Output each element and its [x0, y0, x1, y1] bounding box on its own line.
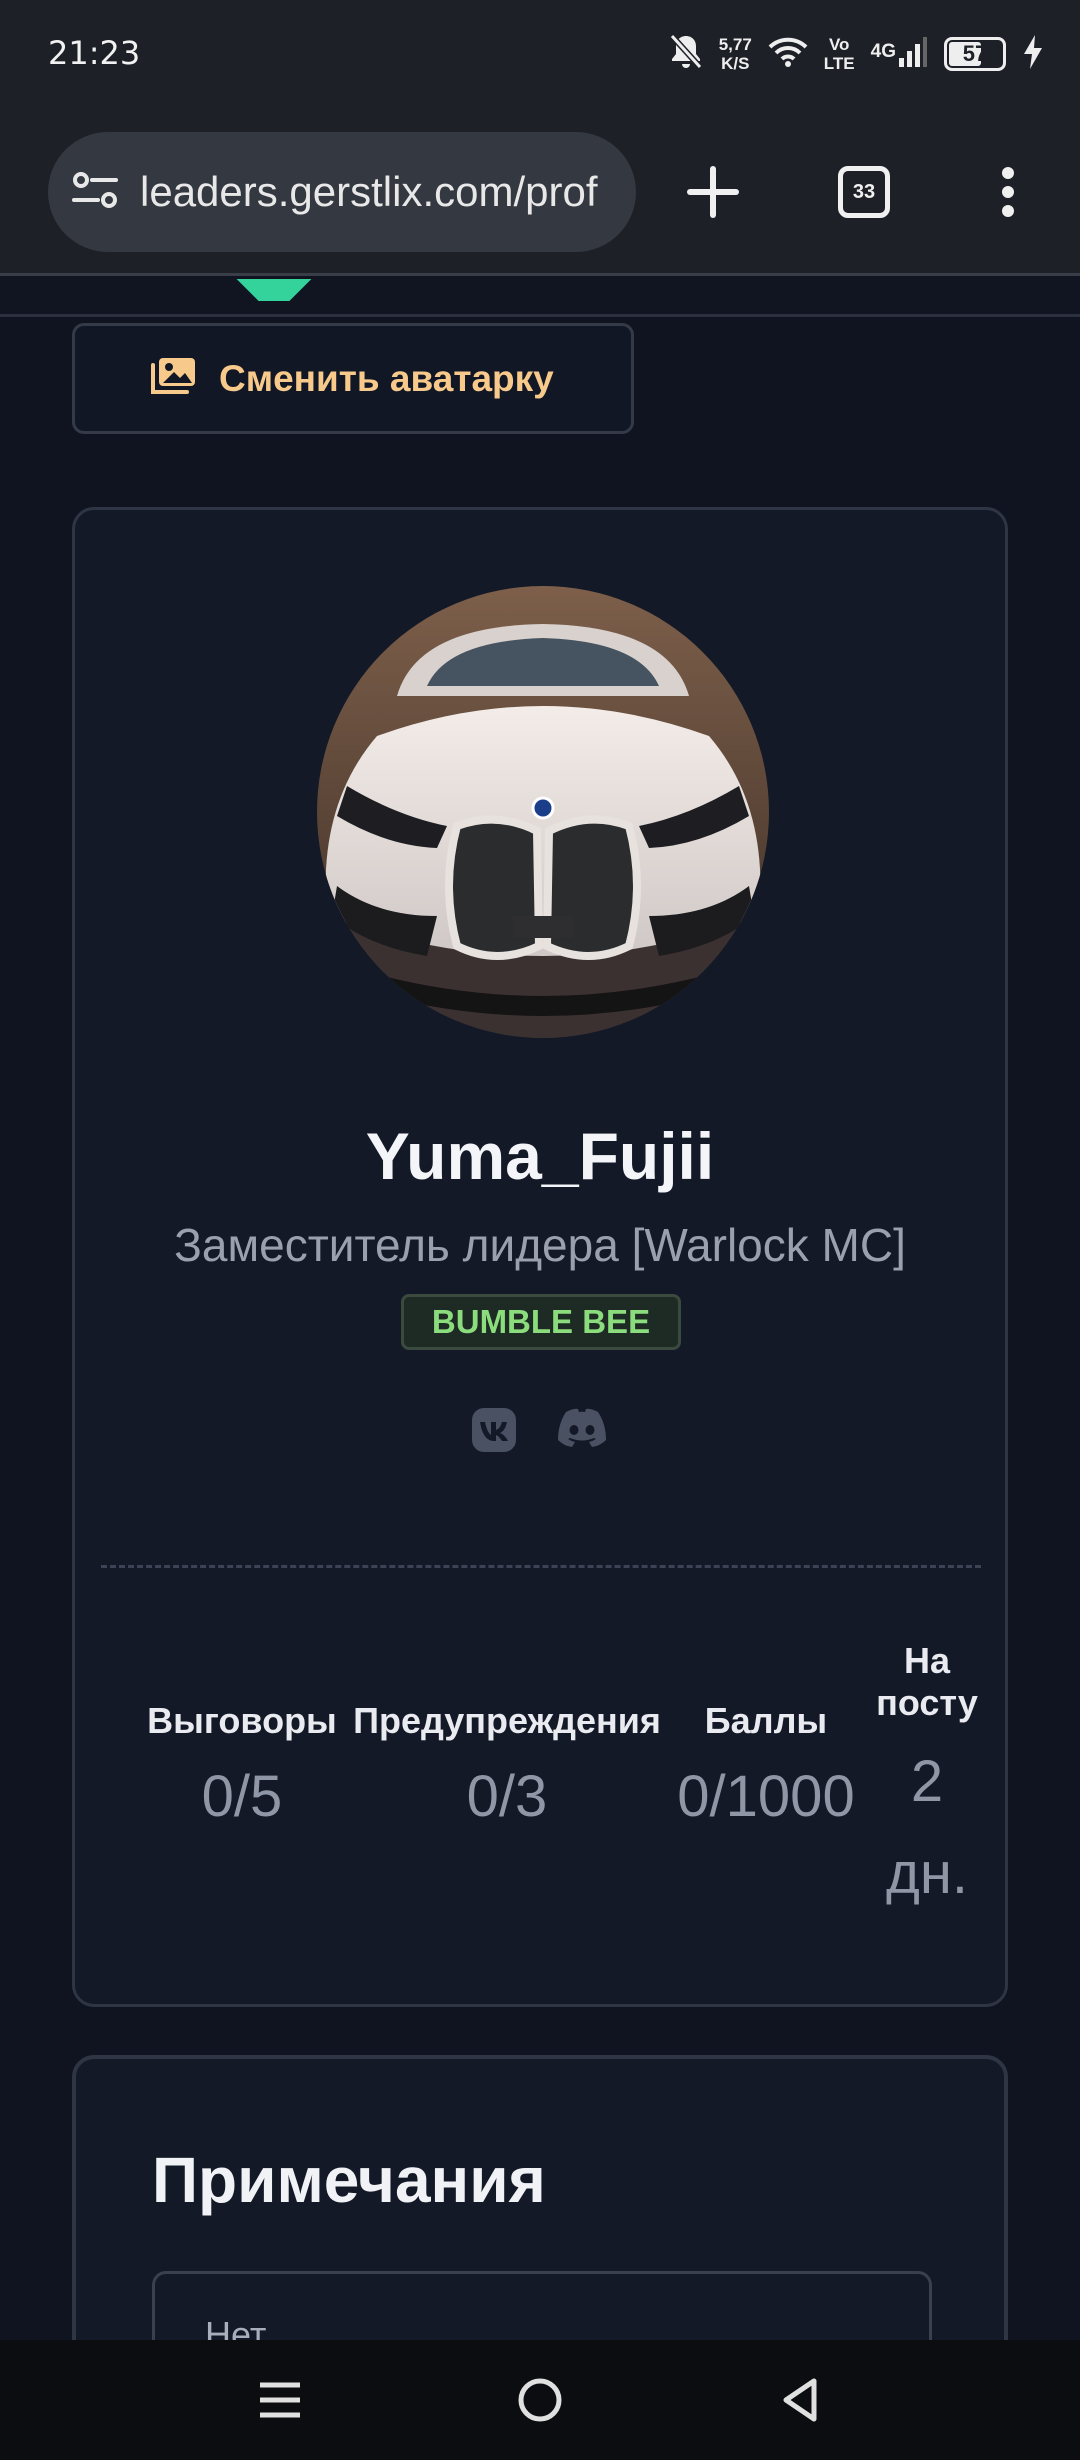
recents-button[interactable] [240, 2360, 320, 2440]
site-logo[interactable] [232, 279, 316, 301]
status-time: 21:23 [48, 34, 141, 72]
back-button[interactable] [760, 2360, 840, 2440]
wifi-icon [768, 36, 808, 73]
notes-title: Примечания [152, 2144, 546, 2216]
stat-tenure-label-line2: посту [876, 1682, 978, 1723]
more-vertical-icon [1002, 167, 1014, 217]
site-settings-icon[interactable] [72, 170, 118, 215]
volte-bottom: LTE [823, 54, 855, 73]
avatar [317, 586, 769, 1038]
home-button[interactable] [500, 2360, 580, 2440]
site-header [0, 279, 1080, 317]
stat-reprimands-value: 0/5 [201, 1764, 283, 1829]
stat-tenure-label-line1: На [903, 1640, 951, 1681]
url-text[interactable]: leaders.gerstlix.com/prof [140, 168, 598, 216]
network-type: 4G [870, 40, 896, 62]
charging-icon [1022, 34, 1044, 75]
user-role: Заместитель лидера [Warlock MC] [174, 1219, 906, 1271]
divider [101, 1565, 981, 1568]
change-avatar-button[interactable]: Сменить аватарку [72, 323, 634, 434]
address-bar[interactable]: leaders.gerstlix.com/prof [48, 132, 636, 252]
status-bar: 21:23 5,77 K/S Vo LTE 4G 57 [0, 0, 1080, 108]
new-tab-button[interactable] [680, 156, 746, 228]
plus-icon [687, 166, 739, 218]
vk-icon[interactable] [470, 1406, 518, 1459]
system-nav-bar [0, 2340, 1080, 2460]
volte-indicator: Vo LTE [824, 35, 855, 73]
network-speed: 5,77 K/S [719, 35, 752, 73]
volte-top: Vo [828, 35, 850, 54]
network-speed-value: 5,77 [718, 35, 752, 54]
discord-icon[interactable] [554, 1406, 610, 1459]
stat-tenure-label: На посту [865, 1640, 989, 1724]
status-badge: BUMBLE BEE [401, 1294, 681, 1350]
menu-button[interactable] [990, 156, 1026, 228]
stat-points-value: 0/1000 [677, 1764, 855, 1829]
stat-points-label: Баллы [704, 1700, 828, 1741]
stat-tenure-value-line2: дн. [886, 1841, 968, 1906]
battery-level: 57 [962, 41, 988, 66]
images-icon [149, 356, 197, 401]
social-links [75, 1406, 1005, 1459]
username: Yuma_Fujii [365, 1119, 715, 1193]
status-icons: 5,77 K/S Vo LTE 4G 57 [669, 30, 1044, 78]
bell-off-icon [669, 33, 703, 76]
stat-tenure-value: 2 дн. [865, 1736, 989, 1920]
stat-warnings-value: 0/3 [466, 1764, 548, 1829]
signal-icon [898, 36, 928, 73]
tab-switcher-button[interactable]: 33 [836, 156, 892, 228]
stat-reprimands-label: Выговоры [147, 1700, 337, 1741]
stat-warnings-label: Предупреждения [353, 1700, 661, 1741]
change-avatar-label: Сменить аватарку [219, 357, 554, 399]
stat-tenure-value-line1: 2 [910, 1749, 944, 1814]
browser-toolbar: leaders.gerstlix.com/prof 33 [0, 108, 1080, 276]
cellular-signal: 4G [871, 36, 928, 73]
circle-icon [518, 2378, 562, 2422]
profile-card: Yuma_Fujii Заместитель лидера [Warlock M… [72, 507, 1008, 2007]
tab-count: 33 [838, 166, 890, 218]
menu-lines-icon [260, 2382, 300, 2418]
network-speed-unit: K/S [721, 54, 750, 73]
back-triangle-icon [783, 2378, 817, 2422]
battery-icon: 57 [944, 37, 1006, 71]
